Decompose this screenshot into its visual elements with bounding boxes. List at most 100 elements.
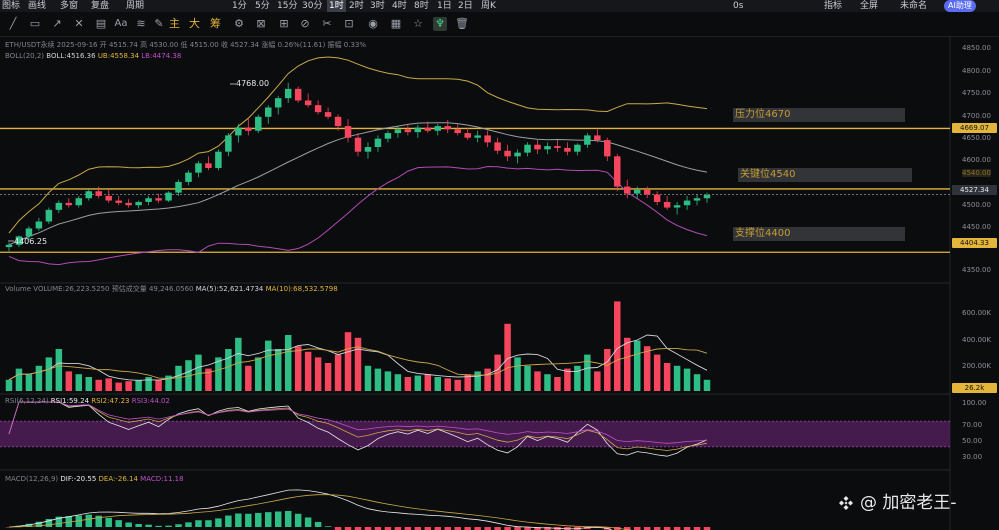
macd-histogram-bar	[165, 525, 172, 527]
volume-bar	[414, 375, 422, 391]
volume-bar	[514, 357, 521, 391]
high-annotation: 4768.00	[236, 79, 270, 88]
macd-histogram-bar	[125, 522, 132, 527]
last-price-tag: 4527.34	[952, 185, 997, 195]
volume-bar	[673, 365, 681, 391]
volume-bar	[314, 357, 322, 391]
candle-body	[75, 198, 83, 206]
candle-body	[45, 209, 53, 222]
macd-dif-line	[8, 489, 613, 530]
volume-bar	[534, 371, 541, 391]
volume-bar	[614, 301, 621, 391]
volume-bar	[653, 354, 661, 391]
candle-body	[584, 135, 591, 145]
boll-lower-band	[8, 165, 708, 266]
candle-body	[434, 126, 442, 131]
volume-axis-label: 200.00K	[962, 362, 992, 370]
volume-bar	[454, 379, 461, 391]
macd-histogram-bar	[225, 515, 232, 527]
candle-body	[354, 137, 362, 152]
macd-histogram-bar	[185, 522, 192, 527]
volume-bar	[484, 368, 491, 391]
volume-bar	[693, 374, 701, 391]
candle-body	[165, 192, 172, 201]
macd-histogram-bar	[155, 525, 162, 527]
macd-histogram-bar	[215, 518, 222, 527]
volume-current-tag: 26.2k	[952, 383, 997, 393]
candle-body	[284, 88, 292, 99]
volume-bar	[5, 379, 13, 391]
volume-bar	[85, 377, 93, 391]
volume-bar	[544, 374, 551, 391]
volume-bar	[344, 332, 352, 391]
candle-body	[185, 172, 192, 182]
volume-bar	[604, 349, 611, 391]
volume-bar	[354, 337, 362, 391]
candle-body	[444, 126, 451, 130]
candle-body	[574, 144, 581, 152]
candle-body	[594, 135, 601, 141]
candle-body	[105, 195, 112, 201]
candle-body	[663, 201, 671, 208]
candle-body	[524, 144, 531, 153]
volume-axis-label: 600.00K	[962, 309, 992, 317]
candle-body	[125, 202, 132, 206]
volume-bar	[404, 377, 412, 391]
volume-bar	[294, 346, 302, 391]
volume-bar	[703, 379, 711, 391]
macd-histogram-bar	[294, 513, 302, 527]
candle-body	[474, 135, 481, 138]
macd-histogram-bar	[145, 524, 152, 527]
rsi-legend: RSI(6,12,24) RSI1:59.24 RSI2:47.23 RSI3:…	[5, 397, 170, 405]
candle-body	[623, 186, 631, 194]
candle-body	[653, 194, 661, 202]
volume-bar	[474, 371, 481, 391]
candle-body	[155, 198, 162, 201]
key-level-label: 关键位4540	[738, 168, 912, 182]
macd-histogram-bar	[284, 510, 292, 527]
candle-body	[265, 107, 272, 117]
volume-bar	[444, 378, 451, 391]
price-legend: ETH/USDT永续 2025-09-16 开 4515.74 高 4530.0…	[5, 41, 367, 49]
candle-body	[494, 142, 501, 151]
volume-bar	[145, 377, 152, 391]
volume-bar	[683, 368, 691, 391]
boll-legend: BOLL(20,2) BOLL:4516.36 UB:4558.34 LB:44…	[5, 52, 182, 60]
macd-histogram-bar	[274, 511, 282, 527]
price-axis-hidden-tag: 4540.00	[962, 169, 991, 177]
macd-histogram-bar	[205, 520, 212, 527]
candle-body	[334, 116, 342, 127]
volume-bar	[65, 371, 73, 391]
volume-bar	[623, 337, 631, 391]
resistance-level-label: 压力位4670	[733, 108, 905, 122]
candle-body	[25, 228, 33, 237]
price-axis-label: 4700.00	[962, 112, 991, 120]
low-annotation: 4406.25	[14, 237, 48, 246]
candle-body	[464, 133, 471, 138]
volume-bar	[45, 357, 53, 391]
candle-body	[544, 146, 551, 150]
volume-bar	[175, 365, 182, 391]
macd-histogram-bar	[265, 512, 272, 527]
macd-histogram-bar	[255, 512, 262, 527]
volume-bar	[245, 365, 252, 391]
resistance-price-tag: 4669.07	[952, 123, 997, 133]
volume-bar	[584, 354, 591, 391]
price-axis-label: 4750.00	[962, 89, 991, 97]
candle-body	[314, 105, 322, 113]
macd-histogram-bar	[135, 523, 142, 527]
volume-bar	[115, 382, 122, 391]
volume-bar	[384, 371, 392, 391]
kline-chart[interactable]	[0, 0, 999, 530]
macd-legend: MACD(12,26,9) DIF:-20.55 DEA:-26.14 MACD…	[5, 475, 184, 483]
candle-body	[454, 129, 461, 134]
volume-bar	[394, 374, 402, 391]
rsi-axis-label: 70.00	[962, 421, 983, 429]
candle-body	[304, 100, 312, 106]
macd-histogram-bar	[314, 521, 322, 527]
candle-body	[554, 146, 561, 148]
volume-bar	[105, 378, 112, 391]
volume-bar	[125, 381, 132, 391]
price-axis-label: 4500.00	[962, 201, 991, 209]
volume-bar	[594, 371, 601, 391]
